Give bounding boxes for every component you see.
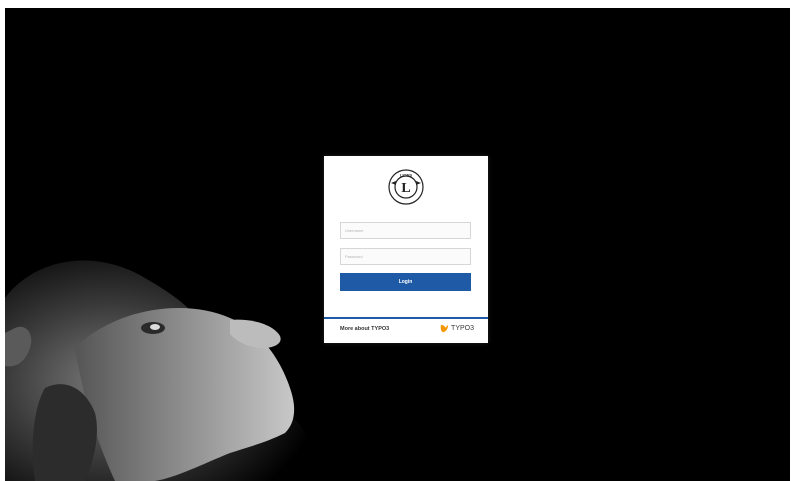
background-frame: L LIONS Login More about TYPO3 TYPO3: [5, 8, 790, 481]
lion-background-image: [5, 260, 307, 481]
username-input[interactable]: [340, 222, 471, 239]
lions-logo-icon: L LIONS: [388, 169, 424, 205]
svg-text:L: L: [401, 181, 410, 196]
password-input[interactable]: [340, 248, 471, 265]
typo3-brand[interactable]: TYPO3: [440, 324, 474, 333]
login-button[interactable]: Login: [340, 273, 471, 291]
typo3-icon: [440, 324, 449, 333]
more-about-typo3-link[interactable]: More about TYPO3: [340, 326, 389, 332]
login-footer: More about TYPO3 TYPO3: [324, 317, 488, 343]
typo3-brand-text: TYPO3: [451, 325, 474, 332]
login-card: L LIONS Login More about TYPO3 TYPO3: [324, 156, 488, 343]
svg-text:LIONS: LIONS: [400, 173, 413, 178]
